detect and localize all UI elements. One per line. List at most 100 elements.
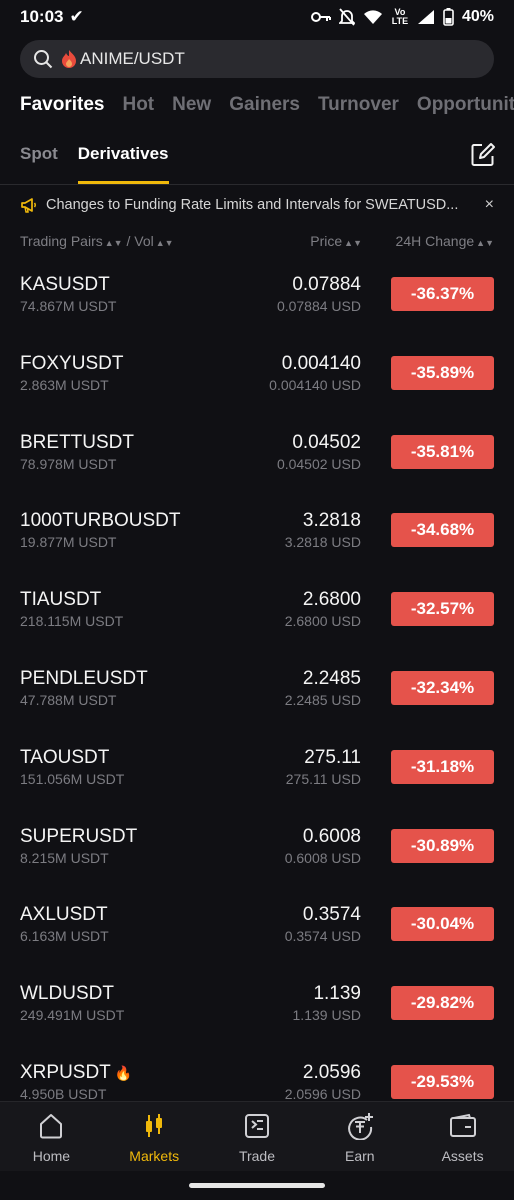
status-left: 10:03 ✔ bbox=[20, 7, 84, 27]
tab-new[interactable]: New bbox=[172, 94, 211, 122]
table-row[interactable]: SUPERUSDT 8.215M USDT 0.6008 0.6008 USD … bbox=[0, 810, 514, 889]
pair-volume: 19.877M USDT bbox=[20, 534, 117, 551]
last-price: 275.11 bbox=[304, 746, 361, 768]
last-price: 0.004140 bbox=[281, 352, 361, 374]
close-icon[interactable]: × bbox=[478, 196, 494, 214]
change-badge[interactable]: -30.04% bbox=[391, 907, 494, 942]
change-badge[interactable]: -32.34% bbox=[391, 670, 494, 705]
pair-name: WLDUSDT bbox=[20, 983, 114, 1005]
change-badge[interactable]: -34.68% bbox=[391, 513, 494, 548]
search-input[interactable]: ANIME/USDT bbox=[20, 40, 494, 78]
change-badge[interactable]: -29.82% bbox=[391, 986, 494, 1021]
nav-earn-label: Earn bbox=[345, 1148, 375, 1164]
status-bar: 10:03 ✔ Vo LTE 40% bbox=[0, 0, 514, 34]
table-row[interactable]: TAOUSDT 151.056M USDT 275.11 275.11 USD … bbox=[0, 731, 514, 810]
price-usd: 0.6008 USD bbox=[284, 849, 361, 866]
table-row[interactable]: TIAUSDT 218.115M USDT 2.6800 2.6800 USD … bbox=[0, 573, 514, 652]
home-indicator[interactable] bbox=[189, 1183, 325, 1188]
last-price: 2.2485 bbox=[302, 667, 361, 689]
announcement-banner[interactable]: Changes to Funding Rate Limits and Inter… bbox=[0, 188, 514, 222]
tab-derivatives[interactable]: Derivatives bbox=[77, 140, 169, 186]
hot-fire-icon: 🔥 bbox=[114, 1064, 133, 1081]
network-label: Vo LTE bbox=[391, 7, 409, 26]
pair-volume: 8.215M USDT bbox=[20, 849, 109, 866]
change-badge[interactable]: -32.57% bbox=[391, 592, 494, 627]
tab-turnover[interactable]: Turnover bbox=[318, 94, 399, 122]
pair-name: KASUSDT bbox=[20, 274, 110, 295]
price-usd: 0.04502 USD bbox=[276, 455, 361, 472]
nav-earn[interactable]: Earn bbox=[308, 1102, 411, 1171]
announcement-text: Changes to Funding Rate Limits and Inter… bbox=[46, 197, 459, 213]
last-price: 0.04502 bbox=[292, 431, 361, 453]
change-badge[interactable]: -36.37% bbox=[391, 277, 494, 311]
header-trading-pairs[interactable]: Trading Pairs ▲▼ / Vol ▲▼ bbox=[20, 233, 174, 249]
sort-icon: ▲▼ bbox=[476, 238, 494, 248]
pair-volume: 2.863M USDT bbox=[20, 376, 109, 393]
change-badge[interactable]: -31.18% bbox=[391, 749, 494, 784]
pair-volume: 4.950B USDT bbox=[20, 1085, 107, 1102]
pair-name-text: XRPUSDT bbox=[20, 1061, 111, 1083]
table-row[interactable]: 1000TURBOUSDT 19.877M USDT 3.2818 3.2818… bbox=[0, 494, 514, 573]
nav-trade[interactable]: Trade bbox=[206, 1102, 309, 1171]
nav-trade-label: Trade bbox=[238, 1148, 276, 1164]
change-badge[interactable]: -29.53% bbox=[391, 1064, 494, 1099]
header-price[interactable]: Price ▲▼ bbox=[310, 233, 362, 249]
table-row[interactable]: FOXYUSDT 2.863M USDT 0.004140 0.004140 U… bbox=[0, 337, 514, 416]
market-type-tabs: Spot Derivatives bbox=[20, 140, 189, 186]
table-row[interactable]: BRETTUSDT 78.978M USDT 0.04502 0.04502 U… bbox=[0, 416, 514, 495]
sort-icon: ▲▼ bbox=[104, 238, 123, 248]
header-pairs-label: Trading Pairs bbox=[20, 233, 103, 249]
header-24h-change[interactable]: 24H Change ▲▼ bbox=[396, 233, 494, 249]
tab-opportunities[interactable]: Opportuniti bbox=[417, 94, 514, 122]
pair-name: 1000TURBOUSDT bbox=[20, 510, 181, 532]
table-row[interactable]: KASUSDT 74.867M USDT 0.07884 0.07884 USD… bbox=[0, 258, 514, 337]
change-badge[interactable]: -35.89% bbox=[391, 355, 494, 390]
last-price: 1.139 bbox=[313, 983, 361, 1005]
pair-name: PENDLEUSDT bbox=[20, 667, 148, 689]
table-row[interactable]: PENDLEUSDT 47.788M USDT 2.2485 2.2485 US… bbox=[0, 652, 514, 731]
edit-icon[interactable] bbox=[470, 142, 496, 168]
pair-name: AXLUSDT bbox=[20, 904, 108, 926]
check-icon: ✔ bbox=[69, 7, 84, 26]
header-vol-label: / Vol bbox=[126, 233, 154, 249]
tab-spot[interactable]: Spot bbox=[20, 140, 58, 186]
change-badge[interactable]: -35.81% bbox=[391, 434, 494, 469]
column-headers: Trading Pairs ▲▼ / Vol ▲▼ Price ▲▼ 24H Chan… bbox=[20, 230, 494, 254]
nav-home[interactable]: Home bbox=[0, 1102, 103, 1171]
signal-icon bbox=[417, 10, 434, 24]
price-usd: 0.3574 USD bbox=[284, 928, 361, 945]
tab-favorites[interactable]: Favorites bbox=[20, 94, 104, 122]
change-badge[interactable]: -30.89% bbox=[391, 828, 494, 863]
nav-markets[interactable]: Markets bbox=[103, 1102, 206, 1171]
pair-name: TIAUSDT bbox=[20, 589, 102, 611]
tab-hot[interactable]: Hot bbox=[122, 94, 154, 122]
tab-gainers[interactable]: Gainers bbox=[229, 94, 300, 122]
divider bbox=[0, 184, 514, 185]
battery-level: 40% bbox=[461, 8, 494, 25]
market-list: KASUSDT 74.867M USDT 0.07884 0.07884 USD… bbox=[0, 258, 514, 1125]
home-icon bbox=[40, 1114, 63, 1139]
table-row[interactable]: AXLUSDT 6.163M USDT 0.3574 0.3574 USD -3… bbox=[0, 888, 514, 967]
megaphone-icon bbox=[20, 196, 38, 214]
nav-assets[interactable]: Assets bbox=[411, 1102, 514, 1171]
sort-icon: ▲▼ bbox=[344, 238, 362, 248]
pair-volume: 47.788M USDT bbox=[20, 691, 117, 708]
pair-volume: 74.867M USDT bbox=[20, 298, 117, 314]
last-price: 2.6800 bbox=[302, 589, 361, 611]
pair-name: FOXYUSDT bbox=[20, 352, 124, 374]
table-row[interactable]: WLDUSDT 249.491M USDT 1.139 1.139 USD -2… bbox=[0, 967, 514, 1046]
mute-bell-icon bbox=[338, 8, 355, 26]
pair-volume: 249.491M USDT bbox=[20, 1007, 125, 1024]
pair-name: SUPERUSDT bbox=[20, 825, 138, 847]
wifi-icon bbox=[363, 10, 382, 24]
header-change-label: 24H Change bbox=[395, 233, 475, 249]
last-price: 3.2818 bbox=[302, 510, 361, 532]
price-usd: 3.2818 USD bbox=[284, 534, 361, 551]
price-usd: 1.139 USD bbox=[292, 1007, 361, 1024]
search-value: ANIME/USDT bbox=[80, 49, 185, 68]
sort-icon: ▲▼ bbox=[155, 238, 174, 248]
earn-icon bbox=[347, 1113, 373, 1140]
pair-volume: 6.163M USDT bbox=[20, 928, 109, 945]
bottom-navigation: Home Markets Trade Earn Assets bbox=[0, 1101, 514, 1171]
last-price: 0.6008 bbox=[302, 825, 361, 847]
